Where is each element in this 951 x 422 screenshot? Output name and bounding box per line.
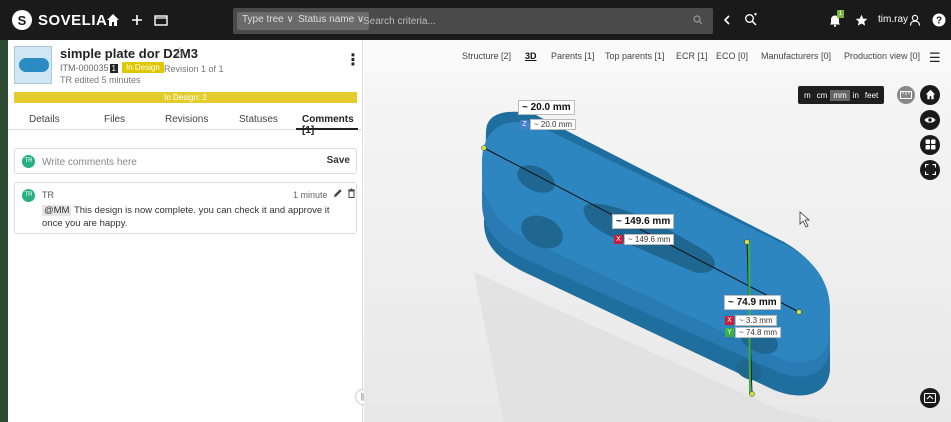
tab-comments[interactable]: Comments [1] <box>302 114 363 136</box>
app-logo[interactable]: S SOVELIA <box>12 10 107 30</box>
chevron-left-icon[interactable] <box>718 11 736 29</box>
components-icon[interactable] <box>920 135 940 155</box>
detail-tabs: Details Files Revisions Statuses Comment… <box>8 108 363 136</box>
item-code-line: ITM-000035 1 <box>60 63 118 73</box>
dimension-component: ~ 149.6 mm <box>624 234 675 245</box>
tab-manufacturers[interactable]: Manufacturers [0] <box>761 51 831 61</box>
type-tree-filter[interactable]: Type tree ∨ <box>237 12 299 30</box>
hamburger-menu-icon[interactable]: ☰ <box>929 50 941 66</box>
home-icon[interactable] <box>104 11 122 29</box>
new-comment-box: TR Save <box>14 148 357 174</box>
advanced-search-icon[interactable] <box>742 11 760 29</box>
search-input[interactable] <box>363 12 683 30</box>
home-view-icon[interactable] <box>920 85 940 105</box>
star-icon[interactable] <box>852 11 870 29</box>
measure-point[interactable] <box>749 391 755 397</box>
dimension-label[interactable]: ~ 74.9 mm <box>724 295 781 310</box>
status-name-filter[interactable]: Status name ∨ <box>293 12 370 30</box>
3d-viewer: Structure [2] 3D Parents [1] Top parents… <box>364 40 951 422</box>
dimension-component: ~ 20.0 mm <box>530 119 577 130</box>
tab-ecr[interactable]: ECR [1] <box>676 51 708 61</box>
dimension-component: ~ 74.8 mm <box>735 327 782 338</box>
measure-point[interactable] <box>744 239 750 245</box>
folder-icon[interactable] <box>152 11 170 29</box>
save-comment-button[interactable]: Save <box>327 155 350 166</box>
3d-model-canvas[interactable] <box>364 72 951 422</box>
help-icon[interactable]: ? <box>930 11 948 29</box>
eye-icon[interactable] <box>920 110 940 130</box>
revision-number-badge: 1 <box>109 64 118 73</box>
tab-3d[interactable]: 3D <box>525 51 537 61</box>
logo-text: SOVELIA <box>38 11 108 29</box>
measure-point[interactable] <box>481 145 487 151</box>
dimension-component: ~ 3.3 mm <box>735 315 777 326</box>
top-bar: S SOVELIA Type tree ∨ Status name ∨ 1 ti… <box>0 0 951 40</box>
comment-avatar: TR <box>22 189 35 202</box>
screenshot-icon[interactable] <box>920 388 940 408</box>
svg-text:?: ? <box>936 16 942 27</box>
search-bar: Type tree ∨ Status name ∨ <box>233 8 713 34</box>
tab-files[interactable]: Files <box>104 114 125 125</box>
comment-time: 1 minute <box>293 190 328 200</box>
tab-structure[interactable]: Structure [2] <box>462 51 511 61</box>
axis-x-marker: X <box>614 235 623 244</box>
unit-feet[interactable]: feet <box>862 90 881 101</box>
delete-icon[interactable] <box>347 188 356 201</box>
search-icon[interactable] <box>693 14 703 28</box>
edit-icon[interactable] <box>333 188 343 201</box>
ruler-icon[interactable] <box>897 86 915 104</box>
axis-x-marker: X <box>725 316 734 325</box>
favorite-star-icon[interactable]: ☆ <box>173 44 186 61</box>
plus-icon[interactable] <box>128 11 146 29</box>
axis-y-marker: Y <box>725 328 734 337</box>
item-thumbnail[interactable] <box>14 46 52 84</box>
comment-author: TR <box>42 190 54 200</box>
revision-text: Revision 1 of 1 <box>164 64 224 74</box>
comment-body: @MM This design is now complete. you can… <box>42 204 347 230</box>
more-options-icon[interactable]: ⋮ <box>345 50 361 70</box>
axis-z-marker: Z <box>520 120 529 129</box>
tab-parents[interactable]: Parents [1] <box>551 51 595 61</box>
tab-production-view[interactable]: Production view [0] <box>844 51 920 61</box>
edited-text: TR edited 5 minutes <box>60 75 141 85</box>
fullscreen-icon[interactable] <box>920 160 940 180</box>
dimension-label[interactable]: ~ 20.0 mm <box>518 100 575 115</box>
unit-m[interactable]: m <box>801 90 814 101</box>
unit-in[interactable]: in <box>850 90 862 101</box>
logo-mark: S <box>12 10 32 30</box>
state-badge: In Design <box>122 62 164 73</box>
tab-revisions[interactable]: Revisions <box>165 114 208 125</box>
tab-top-parents[interactable]: Top parents [1] <box>605 51 665 61</box>
user-name[interactable]: tim.ray <box>878 14 908 25</box>
comment-card: TR TR 1 minute @MM This design is now co… <box>14 182 357 234</box>
unit-cm[interactable]: cm <box>814 90 831 101</box>
comment-input[interactable] <box>42 155 302 169</box>
dimension-label[interactable]: ~ 149.6 mm <box>612 214 675 229</box>
left-edge-strip <box>0 40 8 422</box>
thumbnail-shape <box>19 58 49 72</box>
item-code: ITM-000035 <box>60 63 109 73</box>
tab-details[interactable]: Details <box>29 114 60 125</box>
tab-statuses[interactable]: Statuses <box>239 114 278 125</box>
item-detail-panel: simple plate dor D2M3 ☆ ITM-000035 1 In D… <box>8 40 363 422</box>
measure-point[interactable] <box>796 309 802 315</box>
avatar: TR <box>22 155 35 168</box>
active-tab-indicator <box>296 128 358 130</box>
notification-badge: 1 <box>837 10 844 18</box>
unit-mm[interactable]: mm <box>830 89 850 101</box>
tab-eco[interactable]: ECO [0] <box>716 51 748 61</box>
state-progress-bar[interactable]: In Design: 2 <box>14 92 357 103</box>
unit-selector: m cm mm in feet <box>798 86 885 104</box>
user-icon[interactable] <box>906 11 924 29</box>
viewer-tabs: Structure [2] 3D Parents [1] Top parents… <box>364 40 951 72</box>
comment-mention[interactable]: @MM <box>42 205 72 216</box>
comment-text: This design is now complete. you can che… <box>42 205 330 229</box>
